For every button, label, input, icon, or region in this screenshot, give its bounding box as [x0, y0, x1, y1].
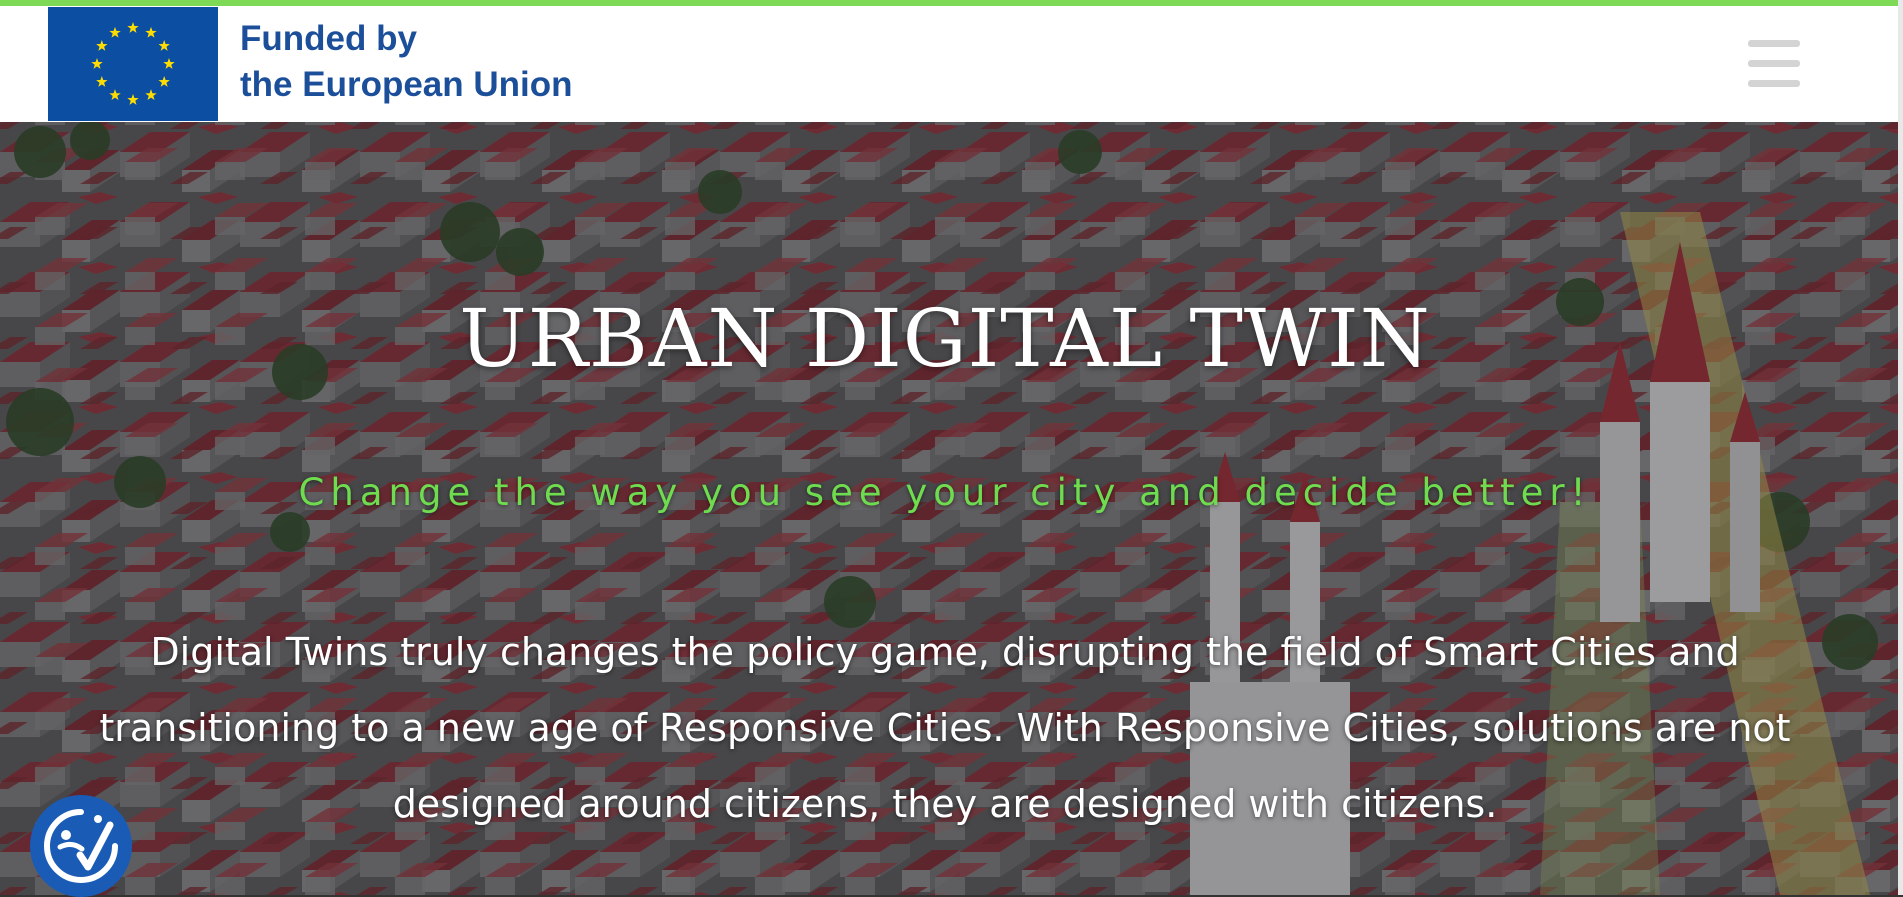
eu-flag-icon[interactable]: [48, 7, 218, 121]
accessibility-icon: [44, 809, 118, 883]
menu-bar-middle: [1748, 60, 1800, 67]
hero-tagline: Change the way you see your city and dec…: [298, 471, 1592, 514]
hero-title: URBAN DIGITAL TWIN: [459, 292, 1431, 385]
funded-by-eu-label: Funded by the European Union: [240, 16, 573, 108]
site-header: Funded by the European Union: [0, 6, 1898, 122]
hero-section: URBAN DIGITAL TWIN Change the way you se…: [0, 122, 1898, 895]
page-scrollbar[interactable]: [1898, 0, 1903, 895]
funded-line-1: Funded by: [240, 19, 417, 58]
top-accent-bar: [0, 0, 1898, 6]
accessibility-button[interactable]: [30, 795, 132, 897]
menu-bar-bottom: [1748, 80, 1800, 87]
hamburger-menu-icon[interactable]: [1748, 40, 1800, 88]
hero-description: Digital Twins truly changes the policy g…: [99, 630, 1791, 826]
menu-bar-top: [1748, 40, 1800, 47]
funded-line-2: the European Union: [240, 65, 573, 104]
